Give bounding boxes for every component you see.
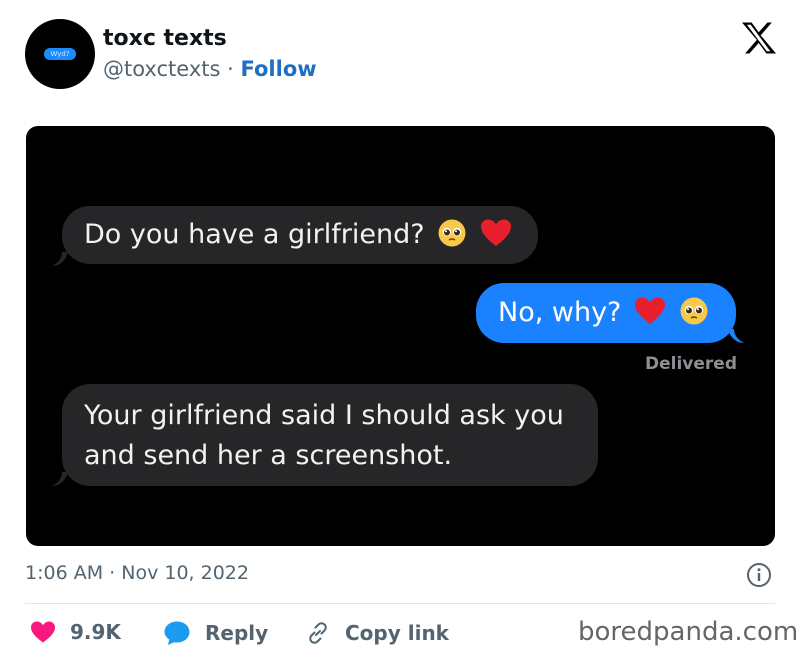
author-handle[interactable]: @toxctexts (103, 57, 220, 81)
x-logo-icon[interactable] (740, 21, 778, 55)
avatar[interactable]: Wyd? (25, 19, 95, 89)
tweet-date: Nov 10, 2022 (121, 562, 249, 584)
message-text: No, why? (498, 297, 622, 328)
outgoing-message: No, why? (476, 283, 736, 343)
copy-link-button[interactable]: Copy link (305, 620, 449, 646)
message-text-line-1: Your girlfriend said I should ask you (84, 400, 564, 431)
incoming-message-1: Do you have a girlfriend? (62, 206, 538, 264)
divider (25, 603, 775, 604)
reply-label: Reply (205, 621, 269, 645)
reply-button[interactable]: Reply (163, 620, 268, 646)
message-text-line-2: and send her a screenshot. (84, 440, 453, 471)
pleading-face-icon (438, 219, 466, 247)
tweet-timestamp[interactable]: 1:06 AM · Nov 10, 2022 (25, 562, 249, 584)
red-heart-icon (634, 297, 665, 324)
incoming-message-2: Your girlfriend said I should ask you an… (62, 384, 598, 486)
handle-row: @toxctexts · Follow (103, 57, 317, 81)
avatar-text: Wyd? (44, 48, 76, 60)
time-separator: · (109, 562, 116, 584)
info-icon[interactable] (746, 562, 772, 588)
message-text: Do you have a girlfriend? (84, 219, 425, 250)
bubble-tail (52, 252, 68, 266)
copy-link-label: Copy link (345, 621, 449, 645)
delivered-status: Delivered (645, 354, 737, 374)
reply-bubble-icon (164, 621, 190, 645)
heart-icon (31, 621, 55, 643)
tweet-time: 1:06 AM (25, 562, 104, 584)
like-count: 9.9K (70, 620, 121, 644)
link-icon (309, 622, 327, 644)
handle-separator: · (227, 57, 234, 81)
bubble-tail (728, 329, 744, 343)
like-button[interactable]: 9.9K (30, 620, 121, 644)
screenshot-image[interactable]: Do you have a girlfriend? No, why? Deliv… (26, 126, 775, 546)
author-name[interactable]: toxc texts (103, 26, 227, 51)
watermark: boredpanda.com (578, 617, 799, 647)
tweet-header: Wyd? toxc texts @toxctexts · Follow (0, 0, 800, 110)
bubble-tail (52, 472, 68, 486)
pleading-face-icon (680, 297, 708, 325)
red-heart-icon (480, 219, 511, 246)
follow-button[interactable]: Follow (241, 57, 317, 81)
